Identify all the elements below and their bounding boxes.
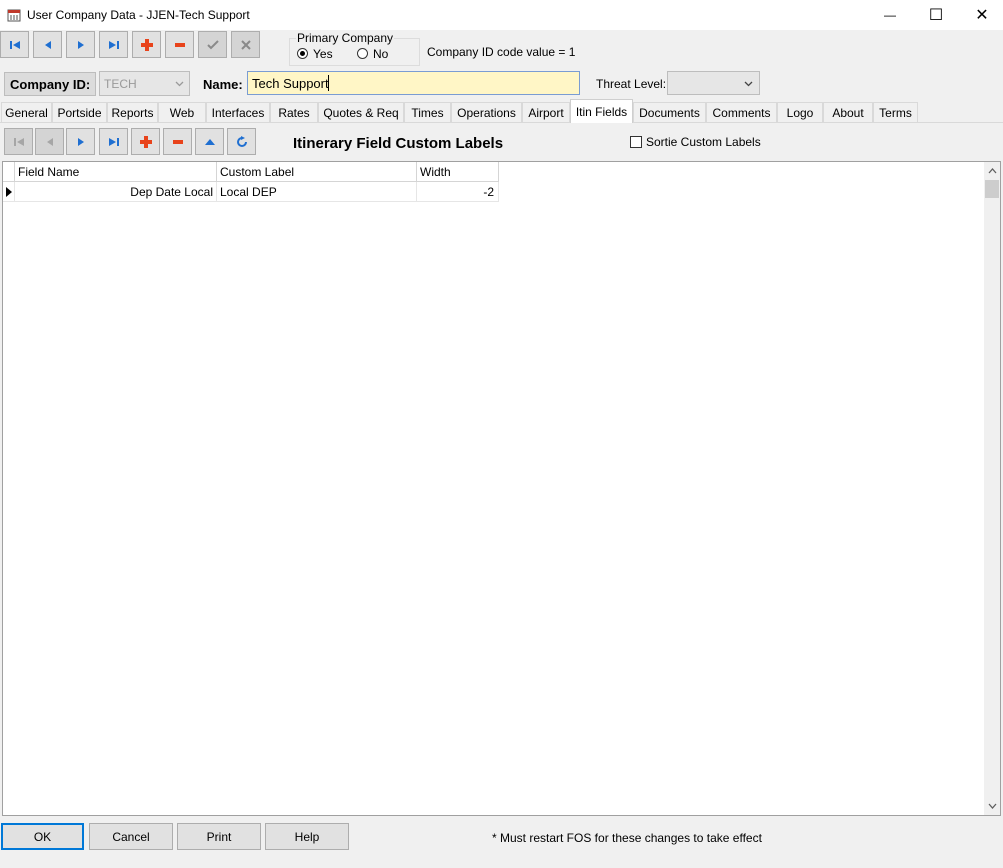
- prior-record-icon: [46, 137, 53, 146]
- grid-refresh-button[interactable]: [227, 128, 256, 155]
- cancel-button[interactable]: Cancel: [89, 823, 173, 850]
- tab-reports[interactable]: Reports: [107, 102, 158, 122]
- scroll-thumb[interactable]: [985, 180, 999, 198]
- cancel-edit-button[interactable]: [231, 31, 260, 58]
- table-row[interactable]: Dep Date Local: [15, 182, 217, 202]
- refresh-icon: [236, 135, 247, 147]
- next-record-icon: [77, 137, 84, 146]
- grid-delete-button[interactable]: [163, 128, 192, 155]
- company-id-label: Company ID:: [10, 77, 91, 92]
- last-record-icon: [108, 40, 119, 49]
- primary-yes-label: Yes: [313, 47, 333, 61]
- tab-rates[interactable]: Rates: [270, 102, 318, 122]
- company-id-combo[interactable]: TECH: [99, 71, 190, 96]
- grid-add-button[interactable]: [131, 128, 160, 155]
- add-record-icon: [140, 38, 153, 51]
- tab-about[interactable]: About: [823, 102, 873, 122]
- first-record-icon: [13, 137, 24, 146]
- tab-web[interactable]: Web: [158, 102, 206, 122]
- row-indicator: [3, 182, 15, 202]
- chevron-down-icon: [175, 81, 184, 87]
- app-icon: [7, 8, 21, 22]
- scroll-down-icon[interactable]: [988, 803, 997, 809]
- prior-record-button[interactable]: [33, 31, 62, 58]
- close-icon: ✕: [975, 7, 989, 24]
- triangle-up-icon: [204, 138, 215, 145]
- last-record-icon: [108, 137, 119, 146]
- post-button[interactable]: [198, 31, 227, 58]
- primary-no-label: No: [373, 47, 389, 61]
- print-button[interactable]: Print: [177, 823, 261, 850]
- primary-yes-radio[interactable]: [297, 48, 308, 59]
- tab-quotes-req[interactable]: Quotes & Req: [318, 102, 404, 122]
- grid-prior-button[interactable]: [35, 128, 64, 155]
- delete-record-button[interactable]: [165, 31, 194, 58]
- table-row-cell-width[interactable]: -2: [417, 182, 499, 202]
- delete-record-icon: [172, 139, 183, 144]
- first-record-icon: [9, 40, 20, 49]
- ok-button[interactable]: OK: [1, 823, 84, 850]
- text-caret: [328, 75, 329, 91]
- next-record-icon: [77, 40, 84, 49]
- grid-edit-button[interactable]: [195, 128, 224, 155]
- tab-terms[interactable]: Terms: [873, 102, 918, 122]
- column-header-width[interactable]: Width: [417, 162, 499, 182]
- maximize-button[interactable]: ☐: [913, 0, 959, 30]
- close-button[interactable]: ✕: [959, 0, 1003, 30]
- tab-comments[interactable]: Comments: [706, 102, 777, 122]
- itin-fields-grid[interactable]: [2, 161, 1001, 816]
- minimize-button[interactable]: —: [867, 0, 913, 30]
- maximize-icon: ☐: [928, 7, 944, 24]
- tab-times[interactable]: Times: [404, 102, 451, 122]
- grid-indicator-header: [3, 162, 15, 182]
- chevron-down-icon: [744, 81, 753, 87]
- sortie-checkbox[interactable]: [630, 136, 642, 148]
- column-header-custom-label[interactable]: Custom Label: [217, 162, 417, 182]
- add-record-icon: [139, 135, 152, 148]
- restart-note: * Must restart FOS for these changes to …: [492, 831, 762, 845]
- threat-level-label: Threat Level:: [596, 77, 667, 91]
- tab-documents[interactable]: Documents: [633, 102, 706, 122]
- grid-next-button[interactable]: [66, 128, 95, 155]
- tab-airport[interactable]: Airport: [522, 102, 570, 122]
- last-record-button[interactable]: [99, 31, 128, 58]
- grid-first-button[interactable]: [4, 128, 33, 155]
- cell-field-name: Dep Date Local: [130, 184, 213, 199]
- cell-width: -2: [483, 184, 494, 199]
- first-record-button[interactable]: [0, 31, 29, 58]
- name-label: Name:: [203, 77, 243, 92]
- next-record-button[interactable]: [66, 31, 95, 58]
- sortie-label: Sortie Custom Labels: [646, 135, 761, 149]
- company-id-value: TECH: [104, 77, 137, 91]
- tab-logo[interactable]: Logo: [777, 102, 823, 122]
- tab-general[interactable]: General: [1, 102, 52, 122]
- primary-no-radio[interactable]: [357, 48, 368, 59]
- name-value: Tech Support: [252, 76, 329, 91]
- add-record-button[interactable]: [132, 31, 161, 58]
- minimize-icon: —: [884, 8, 896, 22]
- cell-custom-label: Local DEP: [220, 184, 277, 199]
- current-row-icon: [5, 186, 12, 197]
- delete-record-icon: [174, 42, 185, 47]
- company-id-code-note: Company ID code value = 1: [427, 45, 576, 59]
- column-header-field-name[interactable]: Field Name: [15, 162, 217, 182]
- name-input[interactable]: Tech Support: [247, 71, 580, 95]
- vertical-scrollbar[interactable]: [984, 162, 1000, 815]
- grid-last-button[interactable]: [99, 128, 128, 155]
- primary-company-label: Primary Company: [296, 31, 395, 45]
- scroll-up-icon[interactable]: [988, 168, 997, 174]
- help-button[interactable]: Help: [265, 823, 349, 850]
- tab-portside[interactable]: Portside: [52, 102, 107, 122]
- window-title: User Company Data - JJEN-Tech Support: [27, 8, 250, 22]
- post-icon: [206, 39, 219, 49]
- tab-interfaces[interactable]: Interfaces: [206, 102, 270, 122]
- tab-itin-fields[interactable]: Itin Fields: [570, 99, 633, 123]
- threat-level-combo[interactable]: [667, 71, 760, 95]
- table-row-cell-custom-label[interactable]: Local DEP: [217, 182, 417, 202]
- prior-record-icon: [44, 40, 51, 49]
- cancel-edit-icon: [240, 39, 251, 50]
- panel-title: Itinerary Field Custom Labels: [293, 135, 504, 152]
- tab-operations[interactable]: Operations: [451, 102, 522, 122]
